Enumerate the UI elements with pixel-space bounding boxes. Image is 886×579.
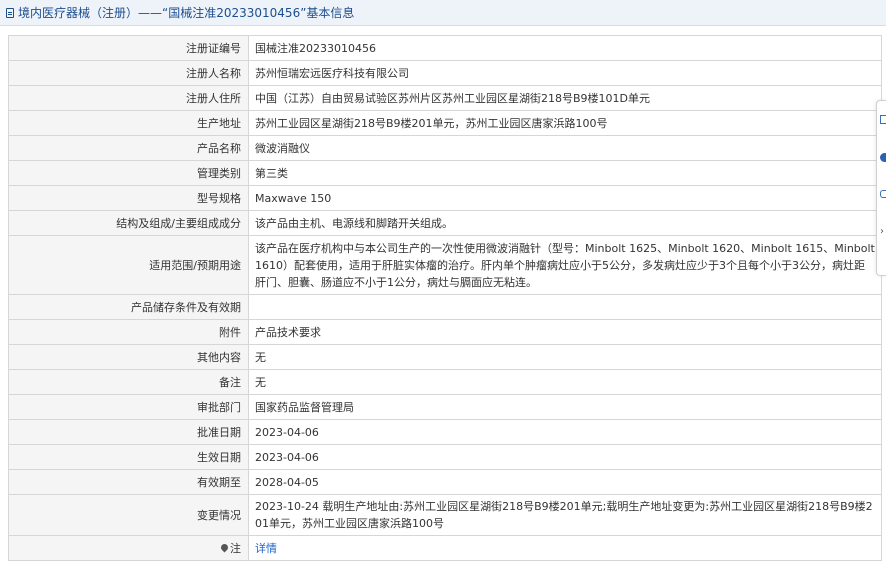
table-row: 结构及组成/主要组成成分 该产品由主机、电源线和脚踏开关组成。	[8, 210, 882, 236]
camera-icon[interactable]	[880, 190, 886, 198]
field-label: 注册人名称	[8, 60, 249, 86]
table-row: 注 详情	[8, 535, 882, 561]
table-row: 注册人名称 苏州恒瑞宏远医疗科技有限公司	[8, 60, 882, 86]
circle-icon[interactable]	[880, 153, 886, 162]
document-icon	[6, 7, 14, 18]
field-value: 中国（江苏）自由贸易试验区苏州片区苏州工业园区星湖街218号B9楼101D单元	[248, 85, 882, 111]
field-value: 该产品由主机、电源线和脚踏开关组成。	[248, 210, 882, 236]
table-row: 批准日期 2023-04-06	[8, 419, 882, 445]
table-row: 审批部门 国家药品监督管理局	[8, 394, 882, 420]
table-row: 备注 无	[8, 369, 882, 395]
field-label: 产品名称	[8, 135, 249, 161]
table-row: 变更情况 2023-10-24 载明生产地址由:苏州工业园区星湖街218号B9楼…	[8, 494, 882, 536]
chevron-right-icon[interactable]: ›	[880, 227, 886, 237]
field-value-cell: 详情	[248, 535, 882, 561]
field-label: 审批部门	[8, 394, 249, 420]
info-table: 注册证编号 国械注准20233010456 注册人名称 苏州恒瑞宏远医疗科技有限…	[8, 35, 882, 561]
field-label: 注册证编号	[8, 35, 249, 61]
side-toolbar: ›	[876, 100, 886, 276]
page-title-bar: 境内医疗器械（注册）——“国械注准20233010456”基本信息	[0, 0, 886, 26]
table-row: 其他内容 无	[8, 344, 882, 370]
table-row: 附件 产品技术要求	[8, 319, 882, 345]
field-label: 产品储存条件及有效期	[8, 294, 249, 320]
table-row: 型号规格 Maxwave 150	[8, 185, 882, 211]
note-label-cell: 注	[8, 535, 249, 561]
field-value: 苏州工业园区星湖街218号B9楼201单元，苏州工业园区唐家浜路100号	[248, 110, 882, 136]
field-label: 备注	[8, 369, 249, 395]
field-value: 2023-10-24 载明生产地址由:苏州工业园区星湖街218号B9楼201单元…	[248, 494, 882, 536]
table-row: 管理类别 第三类	[8, 160, 882, 186]
field-value: 2023-04-06	[248, 419, 882, 445]
field-label: 变更情况	[8, 494, 249, 536]
field-value: 国械注准20233010456	[248, 35, 882, 61]
field-value: 无	[248, 344, 882, 370]
table-row: 生产地址 苏州工业园区星湖街218号B9楼201单元，苏州工业园区唐家浜路100…	[8, 110, 882, 136]
field-label: 其他内容	[8, 344, 249, 370]
field-label: 注	[230, 541, 241, 555]
field-value: 无	[248, 369, 882, 395]
field-value: 第三类	[248, 160, 882, 186]
field-label: 有效期至	[8, 469, 249, 495]
table-row: 产品储存条件及有效期	[8, 294, 882, 320]
field-label: 生产地址	[8, 110, 249, 136]
table-row: 适用范围/预期用途 该产品在医疗机构中与本公司生产的一次性使用微波消融针（型号：…	[8, 235, 882, 295]
field-label: 管理类别	[8, 160, 249, 186]
table-row: 有效期至 2028-04-05	[8, 469, 882, 495]
field-value: 2028-04-05	[248, 469, 882, 495]
field-value: 微波消融仪	[248, 135, 882, 161]
table-row: 产品名称 微波消融仪	[8, 135, 882, 161]
field-value: 产品技术要求	[248, 319, 882, 345]
field-label: 注册人住所	[8, 85, 249, 111]
field-value: 苏州恒瑞宏远医疗科技有限公司	[248, 60, 882, 86]
field-label: 批准日期	[8, 419, 249, 445]
table-row: 注册人住所 中国（江苏）自由贸易试验区苏州片区苏州工业园区星湖街218号B9楼1…	[8, 85, 882, 111]
field-value: 国家药品监督管理局	[248, 394, 882, 420]
field-value: Maxwave 150	[248, 185, 882, 211]
field-label: 适用范围/预期用途	[8, 235, 249, 295]
page-title: 境内医疗器械（注册）——“国械注准20233010456”基本信息	[18, 6, 355, 20]
field-label: 结构及组成/主要组成成分	[8, 210, 249, 236]
field-value	[248, 294, 882, 320]
document-icon[interactable]	[880, 115, 886, 124]
table-row: 注册证编号 国械注准20233010456	[8, 35, 882, 61]
field-label: 生效日期	[8, 444, 249, 470]
field-label: 附件	[8, 319, 249, 345]
field-value: 该产品在医疗机构中与本公司生产的一次性使用微波消融针（型号：Minbolt 16…	[248, 235, 882, 295]
details-link[interactable]: 详情	[255, 542, 277, 555]
field-value: 2023-04-06	[248, 444, 882, 470]
table-row: 生效日期 2023-04-06	[8, 444, 882, 470]
field-label: 型号规格	[8, 185, 249, 211]
location-pin-icon	[219, 542, 230, 553]
